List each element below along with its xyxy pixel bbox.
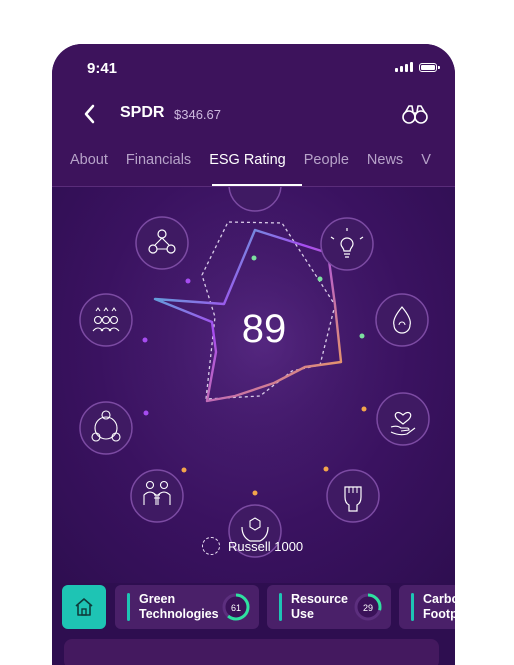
tab-about[interactable]: About <box>70 152 108 168</box>
tab-esg-rating[interactable]: ESG Rating <box>209 152 286 168</box>
card-label: Carbo Footpr <box>423 592 455 621</box>
benchmark-label: Russell 1000 <box>228 538 304 554</box>
status-time: 9:41 <box>87 60 118 77</box>
battery-icon <box>419 62 440 72</box>
people-equality-icon[interactable] <box>130 469 184 523</box>
svg-text:61: 61 <box>231 603 241 613</box>
lightbulb-icon[interactable] <box>320 217 374 271</box>
home-button[interactable] <box>62 585 106 629</box>
card-accent-bar <box>411 593 414 621</box>
svg-text:29: 29 <box>363 603 373 613</box>
back-arrow-icon[interactable] <box>82 103 98 125</box>
benchmark-legend: Russell 1000 <box>202 537 303 555</box>
tab-news[interactable]: News <box>367 152 403 168</box>
tab-financials[interactable]: Financials <box>126 152 191 168</box>
bottom-panel <box>64 639 439 665</box>
esg-score: 89 <box>241 307 287 351</box>
csr-hands-icon[interactable] <box>79 401 133 455</box>
phone-screen: 9:41 SPDR $346.67 About Financials ESG R… <box>52 44 455 665</box>
card-accent-bar <box>127 593 130 621</box>
card-accent-bar <box>279 593 282 621</box>
ticker-price: $346.67 <box>174 107 221 122</box>
partial-top-icon[interactable] <box>228 158 282 212</box>
card-label: Green Technologies <box>139 592 219 621</box>
score-ring: 61 <box>222 593 250 621</box>
community-icon[interactable] <box>79 293 133 347</box>
fist-icon[interactable] <box>326 469 380 523</box>
tab-people[interactable]: People <box>304 152 349 168</box>
category-card-green-technologies[interactable]: Green Technologies 61 <box>115 585 259 629</box>
category-strip: Green Technologies 61 Resource Use 29 Ca… <box>52 583 455 665</box>
tab-more[interactable]: V <box>421 152 431 168</box>
home-icon <box>75 598 93 616</box>
ticker-symbol: SPDR <box>120 104 165 121</box>
governance-icon[interactable] <box>135 216 189 270</box>
tab-bar: About Financials ESG Rating People News … <box>70 152 431 168</box>
esg-rating-panel: 89 <box>52 158 455 583</box>
esg-radar-chart <box>79 158 430 558</box>
dashed-ring-icon <box>202 537 220 555</box>
status-icons <box>395 62 440 72</box>
heart-hand-icon[interactable] <box>376 392 430 446</box>
card-label: Resource Use <box>291 592 348 621</box>
score-ring: 29 <box>354 593 382 621</box>
binoculars-icon[interactable] <box>401 103 429 125</box>
category-card-resource-use[interactable]: Resource Use 29 <box>267 585 391 629</box>
signal-icon <box>395 62 413 72</box>
category-card-carbon-footprint[interactable]: Carbo Footpr <box>399 585 455 629</box>
water-recycle-icon[interactable] <box>375 293 429 347</box>
